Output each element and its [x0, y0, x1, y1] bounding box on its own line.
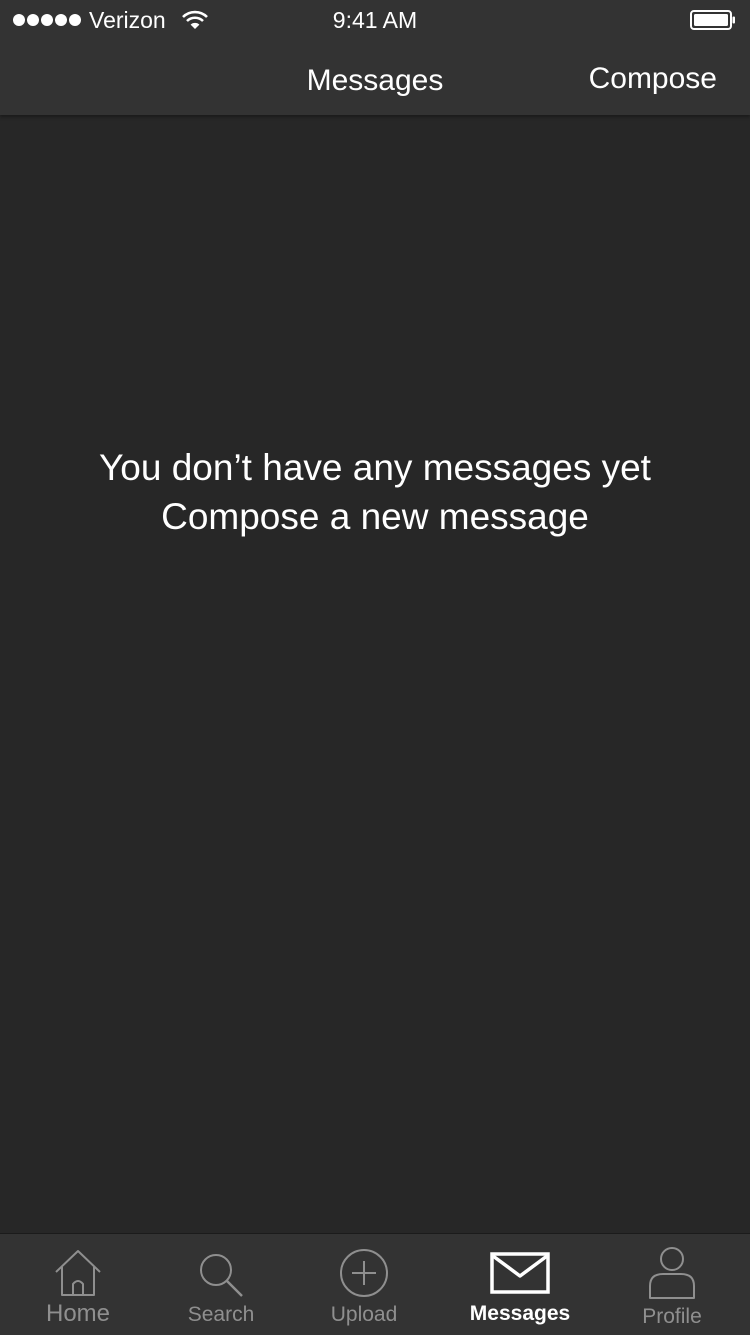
search-icon: [200, 1254, 243, 1297]
compose-button[interactable]: Compose: [589, 60, 717, 98]
tab-label: Search: [187, 1303, 255, 1326]
tab-home[interactable]: Home: [8, 1234, 148, 1335]
battery-icon: [690, 10, 735, 30]
person-icon: [649, 1247, 695, 1299]
home-icon: [55, 1250, 101, 1296]
tab-label: Profile: [642, 1305, 702, 1328]
tab-messages[interactable]: Messages: [445, 1234, 595, 1335]
tab-label: Home: [45, 1300, 111, 1327]
plus-circle-icon: [340, 1249, 388, 1297]
tab-label: Messages: [469, 1302, 571, 1325]
empty-state-line: You don’t have any messages yet: [99, 447, 651, 488]
tab-upload[interactable]: Upload: [294, 1234, 434, 1335]
tab-bar: Home Search Upload Messages Profile: [0, 1233, 750, 1335]
status-time: 9:41 AM: [332, 7, 418, 33]
top-bar: Verizon 9:41 AM Messages Compose: [0, 0, 750, 115]
tab-profile[interactable]: Profile: [602, 1234, 742, 1335]
status-bar: Verizon 9:41 AM: [0, 0, 750, 40]
tab-search[interactable]: Search: [151, 1234, 291, 1335]
envelope-icon: [490, 1252, 550, 1294]
empty-state-message: You don’t have any messages yet Compose …: [0, 443, 750, 541]
tab-label: Upload: [330, 1303, 398, 1326]
compose-prompt-link[interactable]: Compose a new message: [0, 492, 750, 541]
